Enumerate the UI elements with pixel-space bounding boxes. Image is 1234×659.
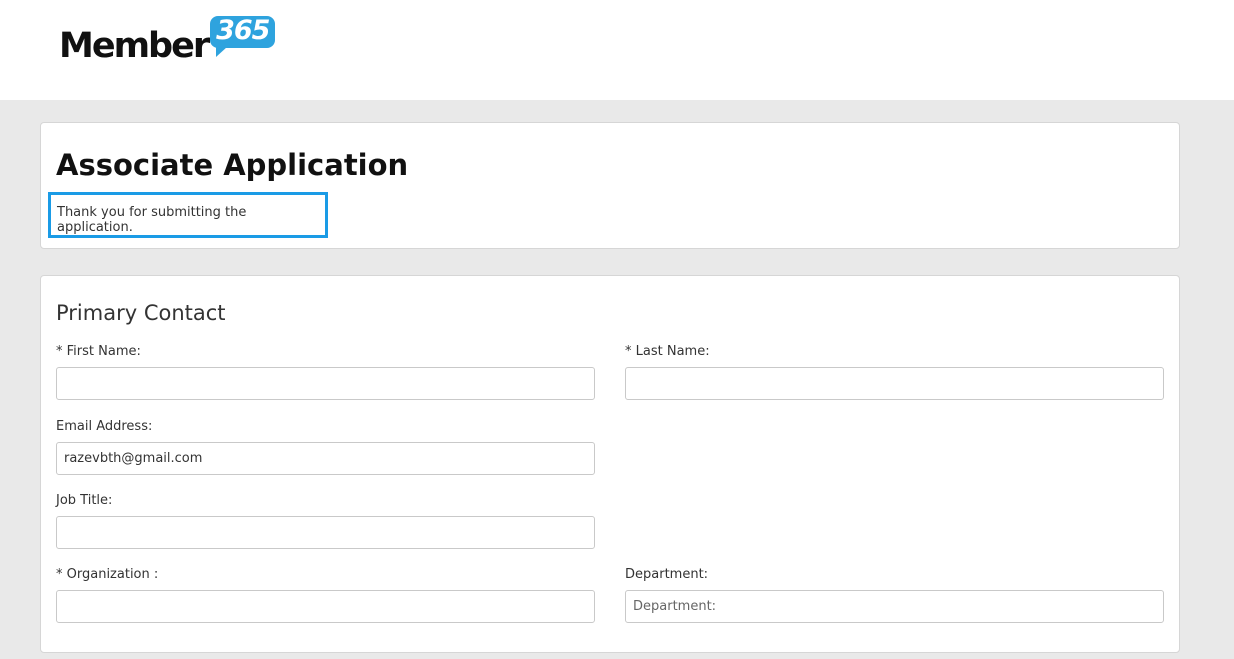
job-title-input[interactable] [56,516,595,549]
first-name-input[interactable] [56,367,595,400]
first-name-label: * First Name: [56,344,141,359]
job-title-label: Job Title: [56,493,113,508]
application-header-card: Associate Application Thank you for subm… [40,122,1180,249]
department-input[interactable] [625,590,1164,623]
page-title: Associate Application [56,148,409,182]
member365-logo[interactable]: Member 365 [59,16,276,66]
organization-input[interactable] [56,590,595,623]
logo-speech-bubble-icon: 365 [210,16,276,58]
confirmation-message: Thank you for submitting the application… [57,205,247,235]
email-label: Email Address: [56,419,153,434]
section-title-primary-contact: Primary Contact [56,301,226,325]
confirmation-message-box: Thank you for submitting the application… [48,192,328,238]
last-name-input[interactable] [625,367,1164,400]
site-header: Member 365 [0,0,1234,100]
logo-wordmark: Member [59,26,210,66]
email-field[interactable] [56,442,595,475]
primary-contact-card: Primary Contact * First Name: * Last Nam… [40,275,1180,653]
last-name-label: * Last Name: [625,344,710,359]
organization-label: * Organization : [56,567,159,582]
department-label: Department: [625,567,709,582]
